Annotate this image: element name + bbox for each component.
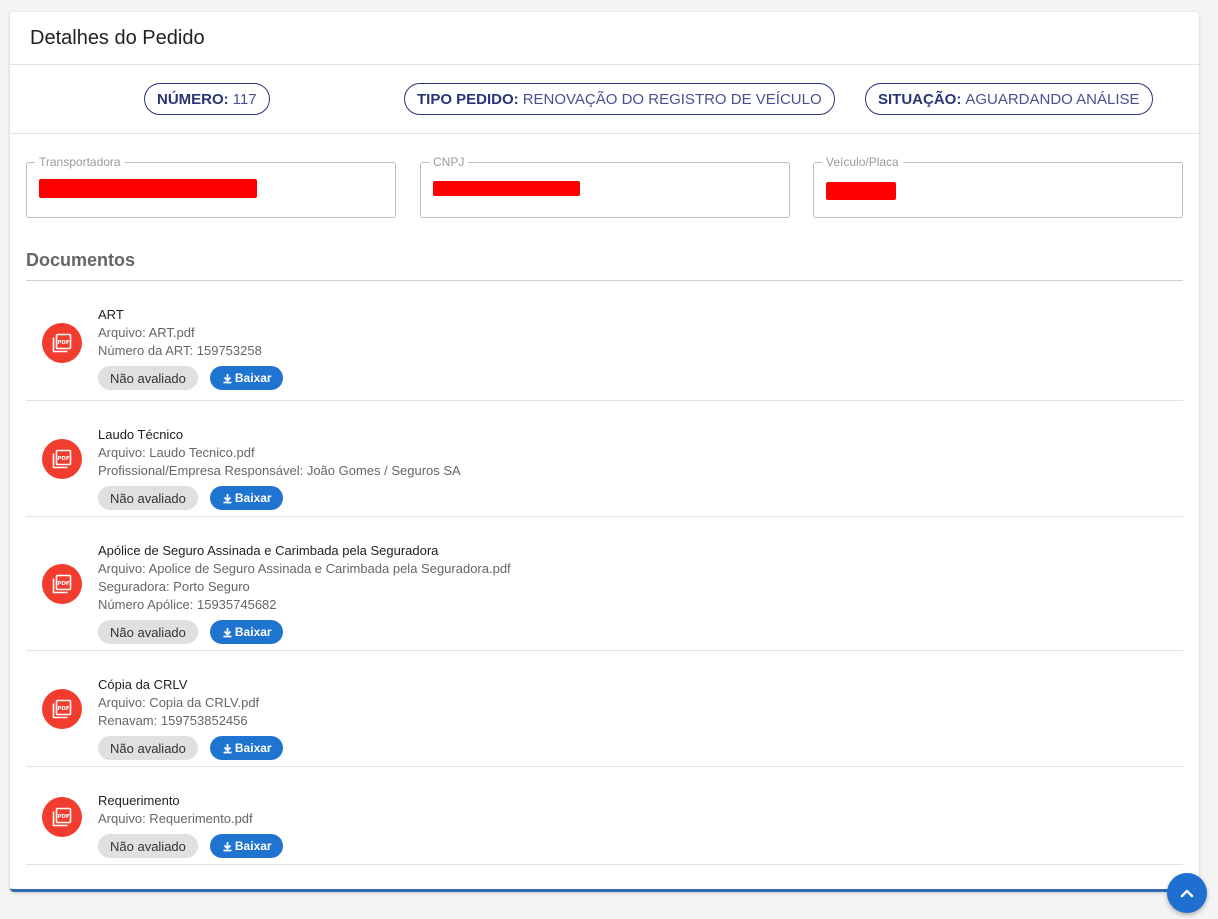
document-actions: Não avaliado Baixar [98,834,1183,858]
chip-value: 117 [232,90,257,108]
document-detail: Arquivo: ART.pdf [98,325,195,340]
card-header: Detalhes do Pedido [10,12,1199,65]
status-badge: Não avaliado [98,620,198,644]
document-name: Apólice de Seguro Assinada e Carimbada p… [98,543,439,558]
document-detail: Arquivo: Requerimento.pdf [98,811,253,826]
field-label: Transportadora [35,155,125,169]
veiculo-field[interactable]: Veículo/Placa [813,155,1183,218]
redacted-value [433,181,580,196]
document-item: PDF Cópia da CRLV Arquivo: Copia da CRLV… [26,651,1183,767]
download-icon [223,627,232,637]
document-item: PDF ART Arquivo: ART.pdf Número da ART: … [26,281,1183,401]
document-detail: Arquivo: Laudo Tecnico.pdf [98,445,255,460]
order-number-chip: NÚMERO: 117 [144,83,270,115]
download-label: Baixar [234,491,272,505]
cnpj-field[interactable]: CNPJ [420,155,790,218]
svg-text:PDF: PDF [57,581,70,587]
document-detail: Arquivo: Apolice de Seguro Assinada e Ca… [98,561,511,576]
status-badge: Não avaliado [98,834,198,858]
download-button[interactable]: Baixar [209,366,283,390]
chip-label: SITUAÇÃO: [878,90,962,108]
chip-label: NÚMERO: [157,90,229,108]
transportadora-field[interactable]: Transportadora [26,155,396,218]
order-details-card: Detalhes do Pedido NÚMERO: 117 TIPO PEDI… [10,12,1199,892]
download-label: Baixar [234,625,272,639]
svg-text:PDF: PDF [57,706,70,712]
document-actions: Não avaliado Baixar [98,620,1183,644]
chip-label: TIPO PEDIDO: [417,90,519,108]
download-icon [223,841,232,851]
document-detail: Arquivo: Copia da CRLV.pdf [98,695,260,710]
document-detail: Seguradora: Porto Seguro [98,579,250,594]
download-label: Baixar [234,839,272,853]
document-actions: Não avaliado Baixar [98,366,1183,390]
order-fields: Transportadora CNPJ Veículo/Placa [10,134,1199,244]
document-item: PDF Laudo Técnico Arquivo: Laudo Tecnico… [26,401,1183,517]
field-label: Veículo/Placa [822,155,903,169]
pdf-file-icon: PDF [42,564,82,604]
document-name: Cópia da CRLV [98,677,188,692]
download-icon [223,493,232,503]
chevron-up-icon [1180,889,1194,898]
document-detail: Número da ART: 159753258 [98,343,262,358]
document-detail: Profissional/Empresa Responsável: João G… [98,463,461,478]
document-actions: Não avaliado Baixar [98,486,1183,510]
svg-text:PDF: PDF [57,456,70,462]
svg-text:PDF: PDF [57,340,70,346]
pdf-file-icon: PDF [42,323,82,363]
document-name: ART [98,307,124,322]
page-title: Detalhes do Pedido [30,26,205,49]
documents-heading: Documentos [26,250,136,270]
documents-list: PDF ART Arquivo: ART.pdf Número da ART: … [26,281,1183,865]
document-detail: Renavam: 159753852456 [98,713,248,728]
document-detail: Número Apólice: 15935745682 [98,597,277,612]
chip-value: RENOVAÇÃO DO REGISTRO DE VEÍCULO [522,90,822,108]
status-badge: Não avaliado [98,736,198,760]
document-name: Laudo Técnico [98,427,184,442]
download-button[interactable]: Baixar [209,620,283,644]
download-button[interactable]: Baixar [209,736,283,760]
download-button[interactable]: Baixar [209,834,283,858]
download-label: Baixar [234,371,272,385]
redacted-value [39,179,257,198]
order-status-chip: SITUAÇÃO: AGUARDANDO ANÁLISE [865,83,1153,115]
status-badge: Não avaliado [98,366,198,390]
document-name: Requerimento [98,793,180,808]
chip-value: AGUARDANDO ANÁLISE [965,90,1140,108]
download-icon [223,373,232,383]
svg-text:PDF: PDF [57,814,70,820]
scroll-to-top-button[interactable] [1167,873,1207,913]
status-badge: Não avaliado [98,486,198,510]
redacted-value [826,182,896,200]
order-type-chip: TIPO PEDIDO: RENOVAÇÃO DO REGISTRO DE VE… [404,83,835,115]
download-label: Baixar [234,741,272,755]
pdf-file-icon: PDF [42,689,82,729]
field-label: CNPJ [429,155,469,169]
pdf-file-icon: PDF [42,797,82,837]
download-icon [223,743,232,753]
document-item: PDF Apólice de Seguro Assinada e Carimba… [26,517,1183,651]
document-actions: Não avaliado Baixar [98,736,1183,760]
download-button[interactable]: Baixar [209,486,283,510]
pdf-file-icon: PDF [42,439,82,479]
order-summary: NÚMERO: 117 TIPO PEDIDO: RENOVAÇÃO DO RE… [10,65,1199,134]
document-item: PDF Requerimento Arquivo: Requerimento.p… [26,767,1183,865]
